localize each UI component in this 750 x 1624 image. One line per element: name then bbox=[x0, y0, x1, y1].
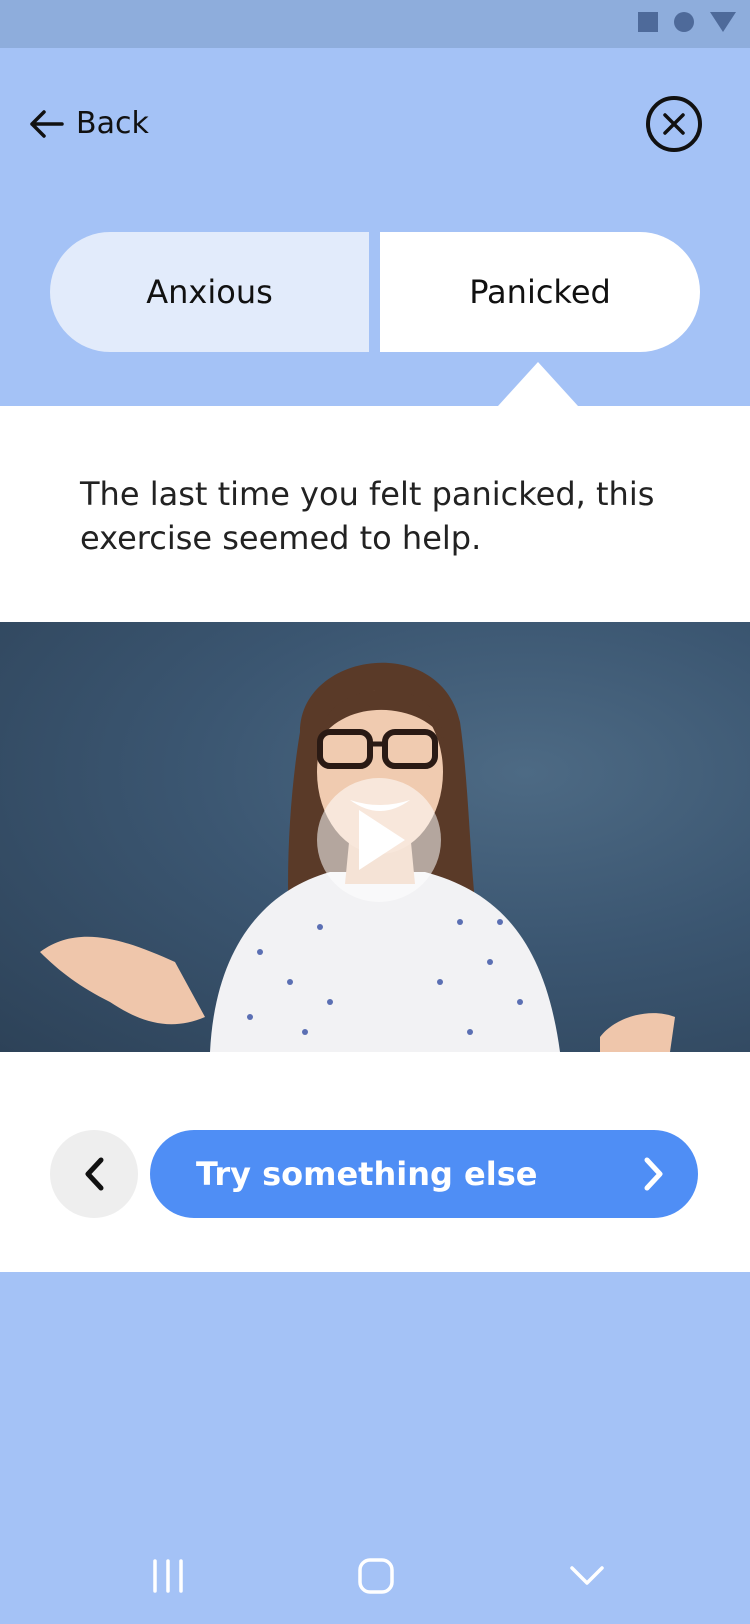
recents-icon bbox=[153, 1559, 183, 1593]
triangle-icon bbox=[710, 12, 736, 32]
system-nav-bar bbox=[0, 1524, 750, 1624]
status-bar bbox=[0, 0, 750, 48]
square-icon bbox=[638, 12, 658, 32]
header: Back Anxious Panicked bbox=[0, 48, 750, 406]
back-label: Back bbox=[76, 106, 149, 141]
tab-panicked[interactable]: Panicked bbox=[380, 232, 700, 352]
play-button[interactable] bbox=[317, 778, 441, 902]
home-button[interactable] bbox=[346, 1550, 406, 1602]
nav-back-button[interactable] bbox=[557, 1550, 617, 1602]
chevron-down-icon bbox=[570, 1566, 604, 1585]
circle-icon bbox=[674, 12, 694, 32]
tab-divider bbox=[369, 232, 380, 352]
arrow-left-icon bbox=[30, 109, 64, 138]
status-icons bbox=[638, 12, 736, 32]
tab-anxious[interactable]: Anxious bbox=[50, 232, 369, 352]
play-icon bbox=[359, 810, 405, 870]
chevron-left-icon bbox=[85, 1157, 104, 1191]
recents-button[interactable] bbox=[138, 1550, 198, 1602]
tab-anxious-label: Anxious bbox=[146, 273, 273, 311]
close-icon bbox=[663, 113, 685, 135]
try-something-else-button[interactable]: Try something else bbox=[150, 1130, 698, 1218]
try-something-else-label: Try something else bbox=[196, 1155, 538, 1193]
content-card: The last time you felt panicked, this ex… bbox=[0, 406, 750, 1272]
back-button[interactable]: Back bbox=[28, 106, 149, 141]
home-icon bbox=[358, 1558, 394, 1594]
tab-panicked-label: Panicked bbox=[469, 273, 611, 311]
suggestion-message: The last time you felt panicked, this ex… bbox=[80, 475, 655, 557]
close-button[interactable] bbox=[646, 96, 702, 152]
previous-button[interactable] bbox=[50, 1130, 138, 1218]
selected-tab-pointer bbox=[498, 362, 578, 406]
mood-selector: Anxious Panicked bbox=[50, 232, 700, 352]
chevron-right-icon bbox=[644, 1157, 663, 1191]
exercise-video[interactable] bbox=[0, 622, 750, 1052]
